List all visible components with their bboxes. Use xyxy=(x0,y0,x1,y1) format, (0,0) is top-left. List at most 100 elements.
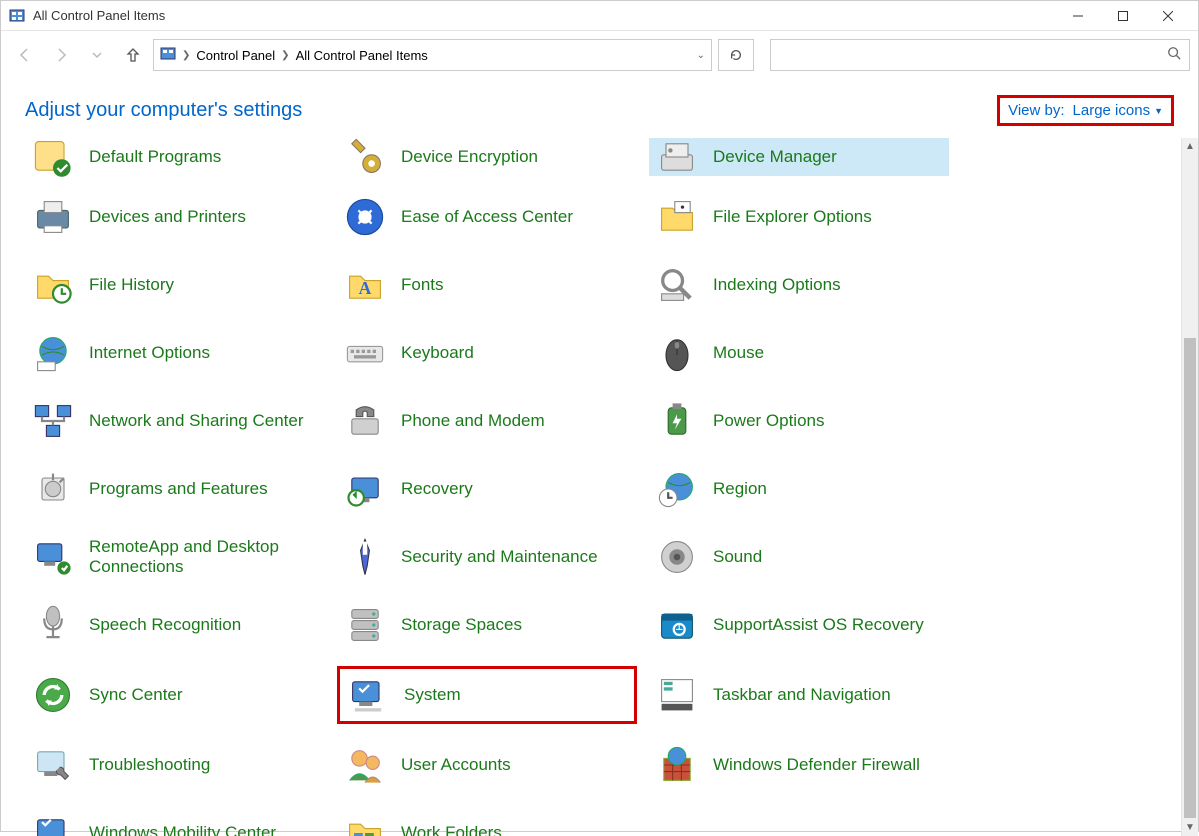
system-icon xyxy=(346,673,390,717)
control-panel-item[interactable]: Keyboard xyxy=(337,326,637,380)
item-label: File History xyxy=(89,275,174,295)
supportassist-icon xyxy=(655,603,699,647)
breadcrumb-root[interactable]: Control Panel xyxy=(196,48,275,63)
control-panel-item[interactable]: Region xyxy=(649,462,949,516)
item-label: Phone and Modem xyxy=(401,411,545,431)
programs-features-icon xyxy=(31,467,75,511)
up-button[interactable] xyxy=(117,39,149,71)
address-dropdown-icon[interactable]: ⌄ xyxy=(697,50,705,61)
remoteapp-icon xyxy=(31,535,75,579)
item-label: Windows Defender Firewall xyxy=(713,755,920,775)
work-folders-icon xyxy=(343,811,387,836)
device-manager-icon xyxy=(655,142,699,172)
control-panel-item[interactable]: Taskbar and Navigation xyxy=(649,666,949,724)
recent-dropdown-button[interactable] xyxy=(81,39,113,71)
control-panel-item[interactable]: Troubleshooting xyxy=(25,738,325,792)
scroll-up-button[interactable]: ▲ xyxy=(1182,138,1198,155)
ease-of-access-icon xyxy=(343,195,387,239)
control-panel-item[interactable]: Speech Recognition xyxy=(25,598,325,652)
control-panel-item[interactable]: File History xyxy=(25,258,325,312)
scroll-down-button[interactable]: ▼ xyxy=(1182,819,1198,836)
control-panel-item[interactable]: Ease of Access Center xyxy=(337,190,637,244)
address-bar[interactable]: ❯ Control Panel ❯ All Control Panel Item… xyxy=(153,39,712,71)
item-label: SupportAssist OS Recovery xyxy=(713,615,924,635)
search-icon[interactable] xyxy=(1167,46,1181,64)
back-button[interactable] xyxy=(9,39,41,71)
control-panel-item[interactable]: Security and Maintenance xyxy=(337,530,637,584)
control-panel-item[interactable]: Network and Sharing Center xyxy=(25,394,325,448)
taskbar-navigation-icon xyxy=(655,673,699,717)
control-panel-item[interactable]: Storage Spaces xyxy=(337,598,637,652)
toolbar: ❯ Control Panel ❯ All Control Panel Item… xyxy=(1,31,1198,79)
item-label: RemoteApp and Desktop Connections xyxy=(89,537,309,578)
item-label: Power Options xyxy=(713,411,825,431)
scrollbar-thumb[interactable] xyxy=(1184,338,1196,818)
view-by-dropdown[interactable]: Large icons ▼ xyxy=(1073,102,1163,119)
page-heading: Adjust your computer's settings xyxy=(25,99,302,122)
item-label: Programs and Features xyxy=(89,479,268,499)
control-panel-item[interactable]: System xyxy=(337,666,637,724)
item-label: Region xyxy=(713,479,767,499)
item-label: Recovery xyxy=(401,479,473,499)
item-label: Fonts xyxy=(401,275,444,295)
control-panel-item[interactable]: Power Options xyxy=(649,394,949,448)
cp-mini-icon xyxy=(160,46,176,65)
item-label: Windows Mobility Center xyxy=(89,823,276,836)
control-panel-item[interactable]: Sync Center xyxy=(25,666,325,724)
item-label: Work Folders xyxy=(401,823,502,836)
item-label: Mouse xyxy=(713,343,764,363)
recovery-icon xyxy=(343,467,387,511)
control-panel-item[interactable]: User Accounts xyxy=(337,738,637,792)
control-panel-item[interactable]: Sound xyxy=(649,530,949,584)
header-row: Adjust your computer's settings View by:… xyxy=(1,79,1198,138)
control-panel-item[interactable]: Windows Defender Firewall xyxy=(649,738,949,792)
control-panel-item[interactable]: Recovery xyxy=(337,462,637,516)
default-programs-icon xyxy=(31,142,75,172)
item-label: Security and Maintenance xyxy=(401,547,598,567)
control-panel-item[interactable]: File Explorer Options xyxy=(649,190,949,244)
control-panel-item[interactable]: Internet Options xyxy=(25,326,325,380)
control-panel-item[interactable]: Default Programs xyxy=(25,138,325,176)
network-sharing-icon xyxy=(31,399,75,443)
refresh-button[interactable] xyxy=(718,39,754,71)
search-box[interactable] xyxy=(770,39,1190,71)
item-label: Default Programs xyxy=(89,147,221,167)
control-panel-item[interactable]: SupportAssist OS Recovery xyxy=(649,598,949,652)
item-label: User Accounts xyxy=(401,755,511,775)
close-button[interactable] xyxy=(1145,1,1190,31)
minimize-button[interactable] xyxy=(1055,1,1100,31)
item-label: Devices and Printers xyxy=(89,207,246,227)
view-by-value: Large icons xyxy=(1073,102,1151,119)
control-panel-item[interactable]: Devices and Printers xyxy=(25,190,325,244)
control-panel-item[interactable]: Indexing Options xyxy=(649,258,949,312)
keyboard-icon xyxy=(343,331,387,375)
control-panel-item[interactable]: Device Manager xyxy=(649,138,949,176)
control-panel-item[interactable]: RemoteApp and Desktop Connections xyxy=(25,530,325,584)
sound-icon xyxy=(655,535,699,579)
sync-center-icon xyxy=(31,673,75,717)
mouse-icon xyxy=(655,331,699,375)
forward-button[interactable] xyxy=(45,39,77,71)
control-panel-item[interactable]: Mouse xyxy=(649,326,949,380)
item-label: Troubleshooting xyxy=(89,755,210,775)
item-label: Sync Center xyxy=(89,685,183,705)
control-panel-item[interactable]: Phone and Modem xyxy=(337,394,637,448)
file-explorer-options-icon xyxy=(655,195,699,239)
view-by-control[interactable]: View by: Large icons ▼ xyxy=(997,95,1174,126)
maximize-button[interactable] xyxy=(1100,1,1145,31)
control-panel-item[interactable]: Programs and Features xyxy=(25,462,325,516)
vertical-scrollbar[interactable]: ▲ ▼ xyxy=(1181,138,1198,836)
window-title: All Control Panel Items xyxy=(33,8,165,23)
item-label: Device Encryption xyxy=(401,147,538,167)
control-panel-item[interactable]: AFonts xyxy=(337,258,637,312)
search-input[interactable] xyxy=(779,48,1167,63)
file-history-icon xyxy=(31,263,75,307)
phone-modem-icon xyxy=(343,399,387,443)
breadcrumb-current[interactable]: All Control Panel Items xyxy=(296,48,428,63)
item-label: Sound xyxy=(713,547,762,567)
content-area: Default Programs Device Encryption Device … xyxy=(1,138,1181,836)
item-label: Speech Recognition xyxy=(89,615,241,635)
devices-printers-icon xyxy=(31,195,75,239)
control-panel-item[interactable]: Device Encryption xyxy=(337,138,637,176)
power-options-icon xyxy=(655,399,699,443)
